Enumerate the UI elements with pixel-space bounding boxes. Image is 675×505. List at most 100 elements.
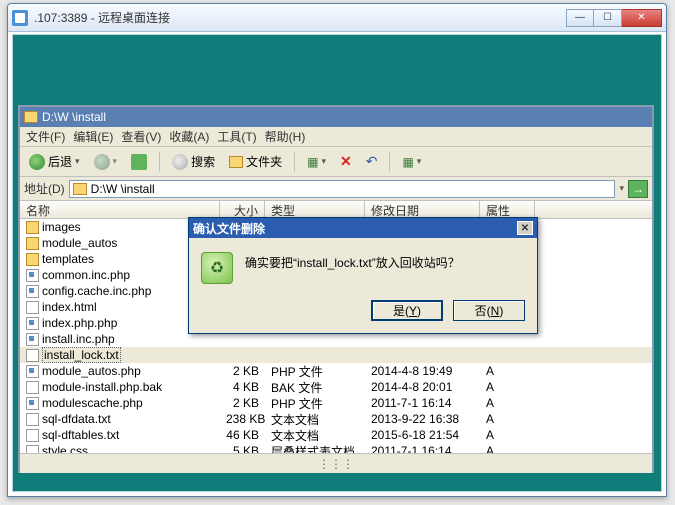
file-date: 2011-7-1 16:14 xyxy=(365,444,480,453)
rdp-window: .107:3389 - 远程桌面连接 — ☐ ✕ D:\W \install 文… xyxy=(7,3,667,497)
php-icon xyxy=(26,285,39,298)
col-date[interactable]: 修改日期 xyxy=(365,201,480,218)
file-name: modulescache.php xyxy=(42,396,143,410)
file-row[interactable]: sql-dfdata.txt238 KB文本文档2013-9-22 16:38A xyxy=(20,411,652,427)
resize-grip[interactable]: ⋮⋮⋮ xyxy=(318,457,354,471)
search-button[interactable]: 搜索 xyxy=(167,150,220,174)
file-attr: A xyxy=(480,428,535,442)
no-button[interactable]: 否(N) xyxy=(453,300,525,321)
txt-icon xyxy=(26,413,39,426)
bak-icon xyxy=(26,381,39,394)
folder-icon xyxy=(24,111,38,123)
file-name: module_autos xyxy=(42,236,117,250)
file-name: images xyxy=(42,220,81,234)
file-row[interactable]: modulescache.php2 KBPHP 文件2011-7-1 16:14… xyxy=(20,395,652,411)
views-button[interactable]: ▦▾ xyxy=(302,150,331,174)
address-value: D:\W \install xyxy=(91,182,155,196)
file-name: templates xyxy=(42,252,94,266)
toolbar: 后退▾ ▾ 搜索 文件夹 ▦▾ ✕ ↶ ▦▾ xyxy=(20,147,652,177)
dialog-close-button[interactable]: ✕ xyxy=(517,221,533,235)
extra-button[interactable]: ▦▾ xyxy=(397,150,426,174)
file-date: 2015-6-18 21:54 xyxy=(365,428,480,442)
minimize-button[interactable]: — xyxy=(566,9,594,27)
file-name: config.cache.inc.php xyxy=(42,284,151,298)
php-icon xyxy=(26,333,39,346)
file-attr: A xyxy=(480,396,535,410)
menu-edit[interactable]: 编辑(E) xyxy=(73,128,113,145)
file-type: BAK 文件 xyxy=(265,379,365,396)
separator xyxy=(389,152,390,172)
file-size: 2 KB xyxy=(220,396,265,410)
folder-icon xyxy=(73,183,87,195)
file-date: 2013-9-22 16:38 xyxy=(365,412,480,426)
col-type[interactable]: 类型 xyxy=(265,201,365,218)
separator xyxy=(294,152,295,172)
menu-favorites[interactable]: 收藏(A) xyxy=(169,128,209,145)
txt-icon xyxy=(26,349,39,362)
folder-icon xyxy=(26,221,39,234)
up-button[interactable] xyxy=(126,150,152,174)
php-icon xyxy=(26,365,39,378)
file-row[interactable]: module_autos.php 2 KBPHP 文件2014-4-8 19:49… xyxy=(20,363,652,379)
file-row[interactable]: style.css5 KB层叠样式表文档2011-7-1 16:14A xyxy=(20,443,652,453)
back-icon xyxy=(29,154,45,170)
col-name[interactable]: 名称 xyxy=(20,201,220,218)
file-row[interactable]: module-install.php.bak4 KBBAK 文件2014-4-8… xyxy=(20,379,652,395)
col-size[interactable]: 大小 xyxy=(220,201,265,218)
explorer-titlebar[interactable]: D:\W \install xyxy=(20,107,652,127)
col-attr[interactable]: 属性 xyxy=(480,201,535,218)
rdp-titlebar[interactable]: .107:3389 - 远程桌面连接 — ☐ ✕ xyxy=(8,4,666,32)
file-row[interactable]: sql-dftables.txt46 KB文本文档2015-6-18 21:54… xyxy=(20,427,652,443)
address-input[interactable]: D:\W \install xyxy=(69,180,616,198)
menu-help[interactable]: 帮助(H) xyxy=(265,128,306,145)
maximize-button[interactable]: ☐ xyxy=(594,9,622,27)
yes-button[interactable]: 是(Y) xyxy=(371,300,443,321)
forward-button[interactable]: ▾ xyxy=(89,150,123,174)
forward-icon xyxy=(94,154,110,170)
file-attr: A xyxy=(480,412,535,426)
folder-icon xyxy=(26,237,39,250)
rdp-icon xyxy=(12,10,28,26)
dialog-title: 确认文件删除 xyxy=(193,220,517,237)
undo-icon: ↶ xyxy=(366,153,378,170)
search-icon xyxy=(172,154,188,170)
menu-bar: 文件(F) 编辑(E) 查看(V) 收藏(A) 工具(T) 帮助(H) xyxy=(20,127,652,147)
file-name: module_autos.php xyxy=(42,364,141,378)
rdp-title: .107:3389 - 远程桌面连接 xyxy=(34,9,566,26)
menu-file[interactable]: 文件(F) xyxy=(26,128,65,145)
views2-icon: ▦ xyxy=(402,155,413,169)
menu-tools[interactable]: 工具(T) xyxy=(217,128,256,145)
file-name: common.inc.php xyxy=(42,268,130,282)
up-icon xyxy=(131,154,147,170)
folders-button[interactable]: 文件夹 xyxy=(224,150,287,174)
delete-button[interactable]: ✕ xyxy=(335,150,357,174)
undo-button[interactable]: ↶ xyxy=(361,150,383,174)
go-button[interactable]: → xyxy=(628,180,648,198)
file-name: index.php.php xyxy=(42,316,117,330)
file-type: PHP 文件 xyxy=(265,363,365,380)
back-button[interactable]: 后退▾ xyxy=(24,150,85,174)
dialog-message: 确实要把“install_lock.txt”放入回收站吗？ xyxy=(245,252,460,284)
rdp-client-area: D:\W \install 文件(F) 编辑(E) 查看(V) 收藏(A) 工具… xyxy=(12,34,662,492)
file-attr: A xyxy=(480,444,535,453)
file-size: 2 KB xyxy=(220,364,265,378)
file-name: style.css xyxy=(42,444,88,453)
file-name: module-install.php.bak xyxy=(42,380,162,394)
file-date: 2014-4-8 19:49 xyxy=(365,364,480,378)
file-row[interactable]: install_lock.txt xyxy=(20,347,652,363)
explorer-title: D:\W \install xyxy=(42,110,648,124)
php-icon xyxy=(26,269,39,282)
txt-icon xyxy=(26,429,39,442)
file-type: 文本文档 xyxy=(265,411,365,428)
php-icon xyxy=(26,317,39,330)
file-attr: A xyxy=(480,364,535,378)
file-type: PHP 文件 xyxy=(265,395,365,412)
close-button[interactable]: ✕ xyxy=(622,9,662,27)
menu-view[interactable]: 查看(V) xyxy=(121,128,161,145)
status-bar: ⋮⋮⋮ xyxy=(20,453,652,473)
file-name: sql-dfdata.txt xyxy=(42,412,111,426)
file-date: 2014-4-8 20:01 xyxy=(365,380,480,394)
file-size: 46 KB xyxy=(220,428,265,442)
address-dropdown[interactable]: ▾ xyxy=(619,183,624,194)
dialog-titlebar[interactable]: 确认文件删除 ✕ xyxy=(189,218,537,238)
